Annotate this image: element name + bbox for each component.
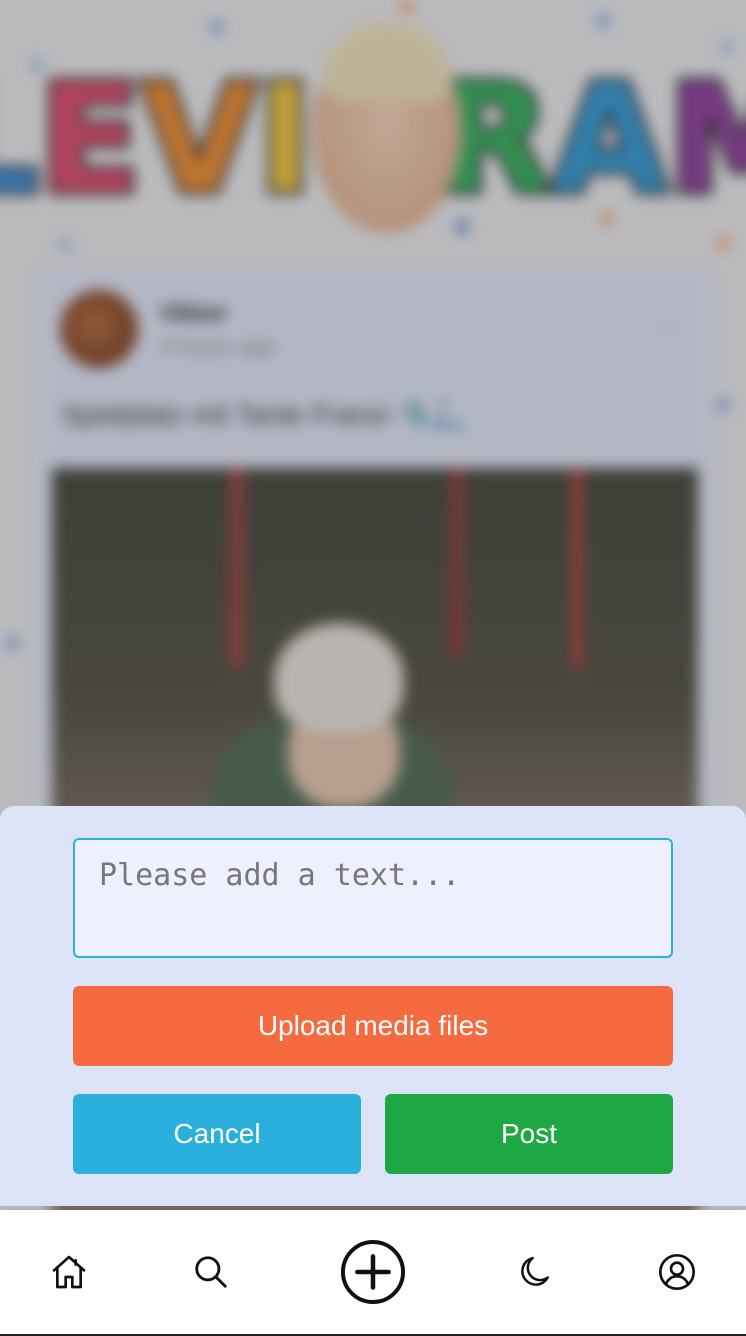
- nav-search[interactable]: [161, 1210, 261, 1334]
- nav-profile[interactable]: [627, 1210, 727, 1334]
- nav-home[interactable]: [19, 1210, 119, 1334]
- user-circle-icon: [659, 1254, 695, 1290]
- bottom-nav: [0, 1210, 746, 1334]
- nav-theme[interactable]: [485, 1210, 585, 1334]
- post-button[interactable]: Post: [385, 1094, 673, 1174]
- moon-icon: [521, 1256, 549, 1286]
- upload-media-button[interactable]: Upload media files: [73, 986, 673, 1066]
- cancel-button[interactable]: Cancel: [73, 1094, 361, 1174]
- search-icon: [195, 1256, 227, 1288]
- post-label: Post: [500, 1118, 558, 1149]
- cancel-label: Cancel: [173, 1118, 261, 1149]
- post-text-input[interactable]: [73, 838, 673, 958]
- home-icon: [52, 1255, 86, 1289]
- nav-create[interactable]: [323, 1210, 423, 1334]
- plus-circle-icon: [340, 1239, 406, 1305]
- post-composer-sheet: Upload media files Cancel Post: [0, 806, 746, 1206]
- upload-media-label: Upload media files: [257, 1010, 489, 1041]
